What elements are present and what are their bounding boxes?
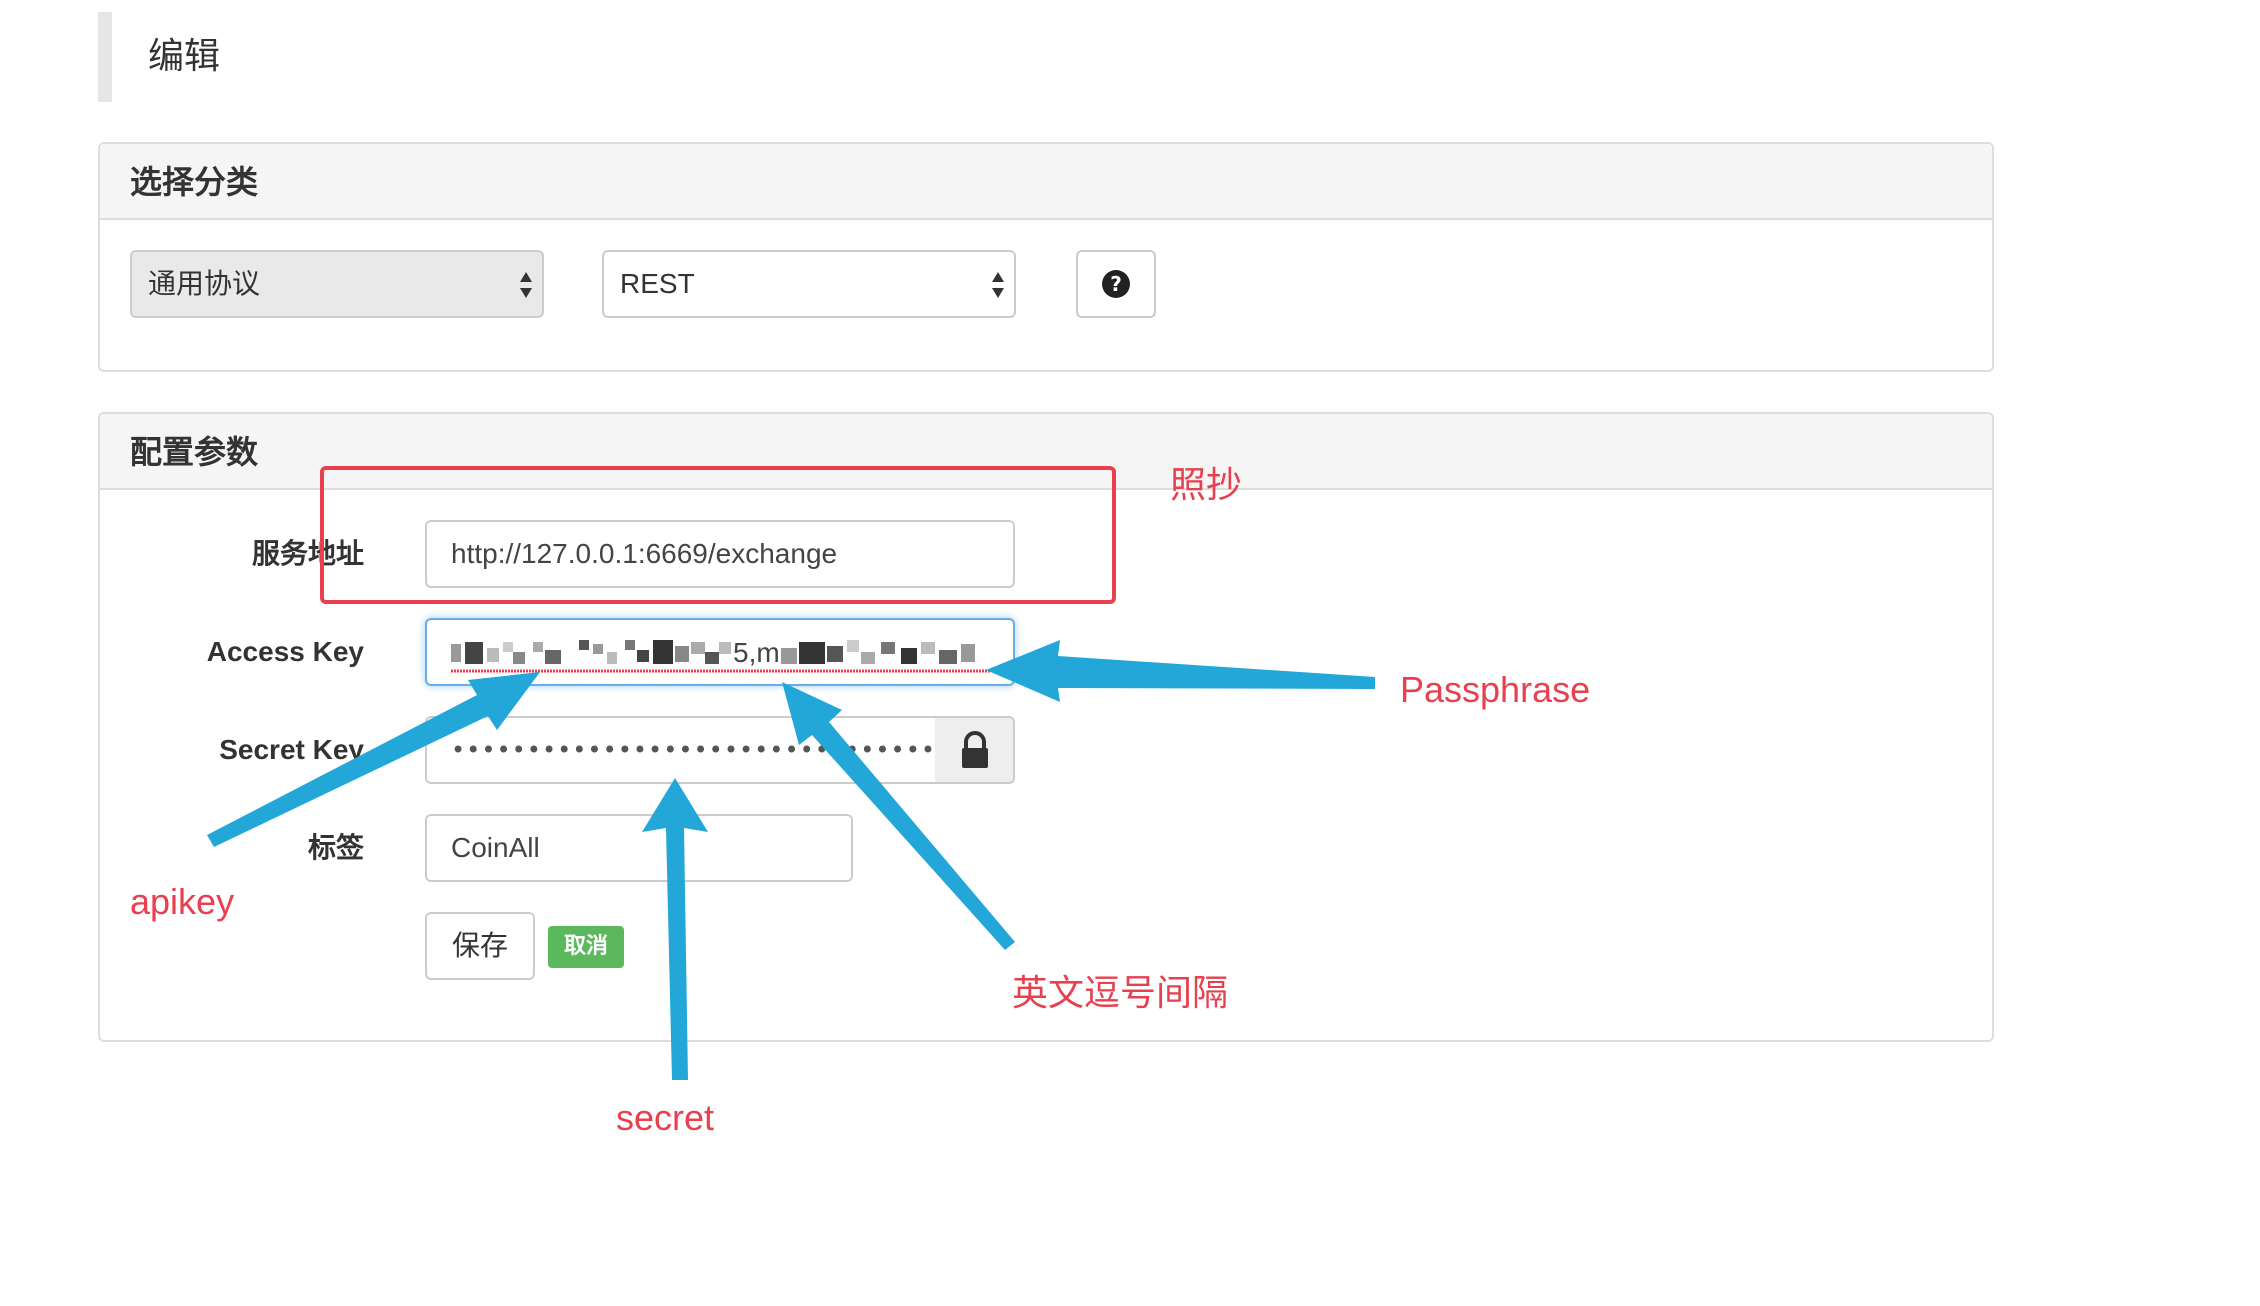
secret-key-label: Secret Key — [219, 734, 364, 765]
pixelated-key-text: 5,m — [451, 640, 975, 666]
spellcheck-underline — [451, 669, 991, 673]
access-key-label: Access Key — [206, 636, 364, 667]
annotation-passphrase: Passphrase — [1400, 669, 1591, 710]
annotation-apikey: apikey — [130, 881, 235, 922]
tag-label: 标签 — [307, 831, 364, 864]
protocol-select-value: 通用协议 — [148, 267, 261, 300]
service-url-input[interactable]: http://127.0.0.1:6669/exchange — [425, 520, 1015, 588]
page-title: 编辑 — [148, 36, 221, 77]
select-arrows-icon — [520, 270, 532, 300]
page-header-bar — [98, 12, 112, 102]
select-arrows-icon — [992, 270, 1004, 300]
access-key-input[interactable]: 5,m — [425, 618, 1015, 686]
lock-icon — [962, 731, 988, 768]
api-type-select-value: REST — [620, 268, 695, 299]
protocol-select[interactable]: 通用协议 — [130, 250, 544, 318]
annotation-comma-note: 英文逗号间隔 — [1012, 973, 1229, 1014]
save-button[interactable]: 保存 — [425, 912, 535, 980]
category-panel-heading: 选择分类 — [100, 144, 1992, 220]
help-button[interactable]: ? — [1076, 250, 1156, 318]
cancel-button[interactable]: 取消 — [548, 926, 624, 968]
secret-key-input[interactable]: ••••••••••••••••••••••••••••••••••••••••… — [425, 716, 937, 784]
annotation-secret: secret — [616, 1097, 715, 1138]
access-key-visible-text: 5,m — [733, 640, 780, 666]
secret-key-lock-button[interactable] — [935, 716, 1015, 784]
config-panel: 配置参数 — [98, 412, 1994, 1042]
service-url-label: 服务地址 — [251, 537, 364, 570]
api-type-select[interactable]: REST — [602, 250, 1016, 318]
config-panel-heading: 配置参数 — [100, 414, 1992, 490]
annotation-copy-note: 照抄 — [1170, 465, 1243, 506]
question-circle-icon: ? — [1102, 270, 1130, 298]
tag-input[interactable]: CoinAll — [425, 814, 853, 882]
